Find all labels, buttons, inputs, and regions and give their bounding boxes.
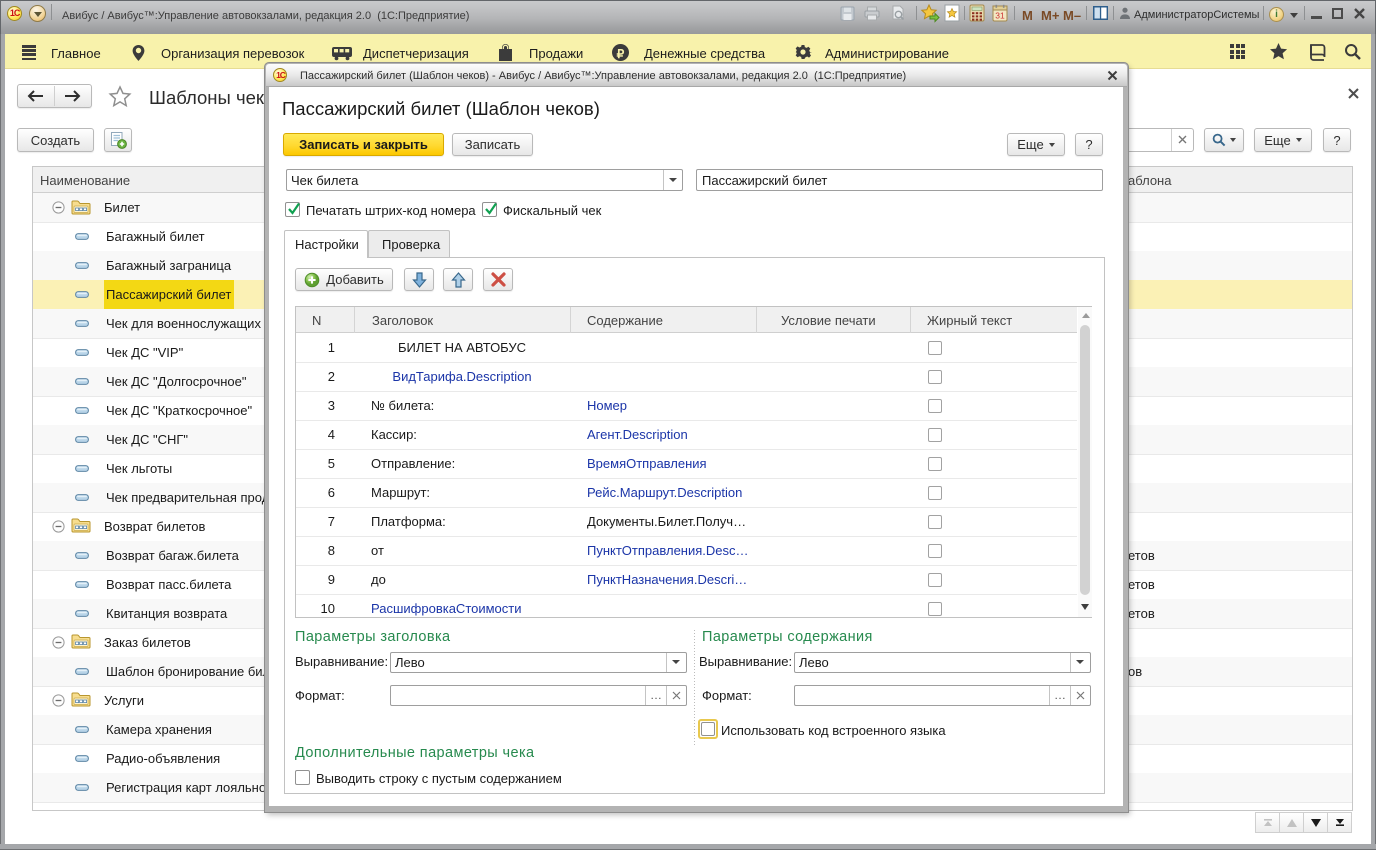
svg-text:31: 31	[995, 11, 1005, 21]
